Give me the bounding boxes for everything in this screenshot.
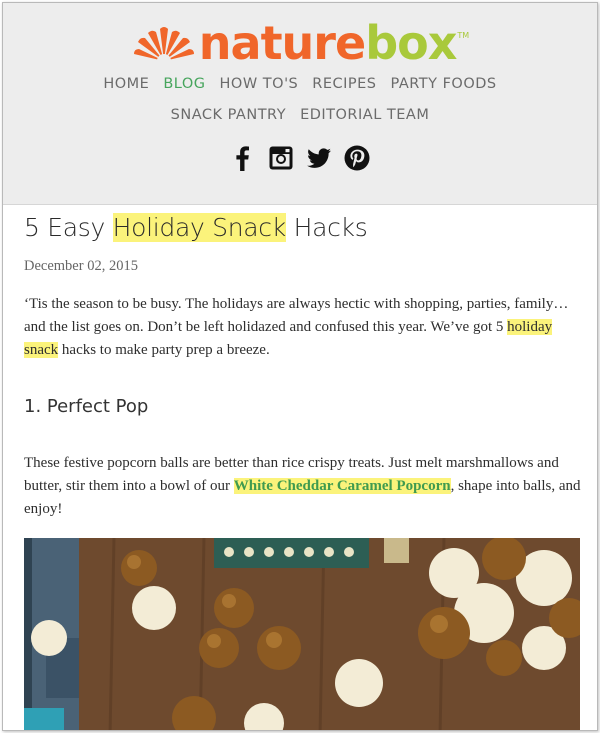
nav-snack-pantry[interactable]: SNACK PANTRY [171, 107, 286, 123]
naturebox-logo[interactable]: naturebox TM [3, 17, 597, 69]
nav-recipes[interactable]: RECIPES [312, 76, 376, 92]
instagram-icon[interactable] [267, 144, 295, 172]
main-nav-row-2: SNACK PANTRY EDITORIAL TEAM [3, 107, 597, 123]
social-links [3, 144, 597, 172]
product-link[interactable]: White Cheddar Caramel Popcorn [233, 478, 451, 494]
nav-how-tos[interactable]: HOW TO'S [220, 76, 299, 92]
nav-party-foods[interactable]: PARTY FOODS [391, 76, 497, 92]
main-nav-row-1: HOME BLOG HOW TO'S RECIPES PARTY FOODS [3, 76, 597, 92]
article-date: December 02, 2015 [24, 258, 138, 274]
pinterest-icon[interactable] [343, 144, 371, 172]
nav-editorial-team[interactable]: EDITORIAL TEAM [300, 107, 429, 123]
torn-page-edge [3, 729, 598, 731]
article-title: 5 Easy Holiday Snack Hacks [24, 213, 368, 242]
popcorn-balls-photo [24, 538, 580, 730]
browser-frame: naturebox TM HOME BLOG HOW TO'S RECIPES … [2, 2, 598, 731]
site-header: naturebox TM HOME BLOG HOW TO'S RECIPES … [3, 3, 597, 205]
section-heading: 1. Perfect Pop [24, 396, 149, 417]
nav-blog[interactable]: BLOG [163, 76, 205, 92]
logo-wordmark: naturebox [198, 16, 458, 70]
nav-home[interactable]: HOME [103, 76, 149, 92]
sunburst-logo-icon [133, 27, 194, 63]
title-highlight: Holiday Snack [112, 213, 286, 242]
facebook-icon[interactable] [229, 144, 257, 172]
section-paragraph: These festive popcorn balls are better t… [24, 455, 581, 517]
twitter-icon[interactable] [305, 144, 333, 172]
trademark-mark: TM [457, 31, 470, 40]
intro-paragraph: ‘Tis the season to be busy. The holidays… [24, 296, 569, 358]
